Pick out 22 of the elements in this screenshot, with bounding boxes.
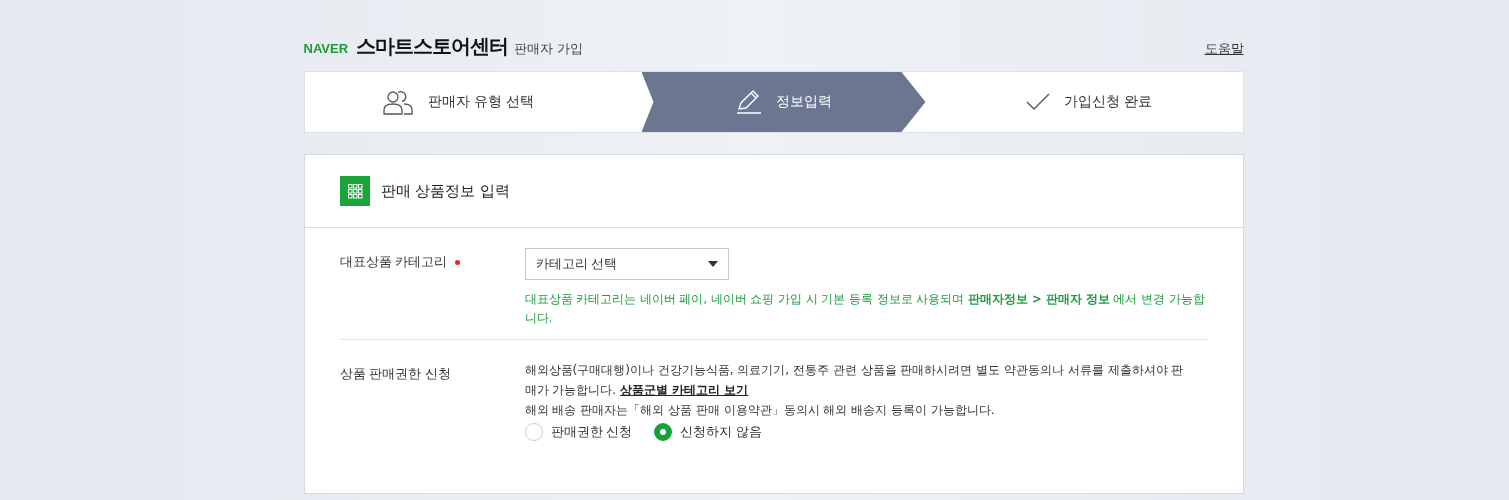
radio-option[interactable]: 판매권한 신청	[524, 423, 633, 441]
caret-icon	[707, 261, 718, 267]
field-label: 상품 판매권한 신청	[339, 366, 452, 383]
step-label: 정보입력	[775, 93, 832, 111]
people-icon	[381, 88, 414, 116]
step-label: 가입신청 완료	[1063, 93, 1153, 111]
category-select[interactable]: 카테고리 선택	[524, 248, 729, 280]
grid-icon	[339, 176, 370, 206]
field-label: 대표상품 카테고리	[339, 254, 448, 271]
brand-logo: NAVER	[303, 41, 349, 56]
help-link[interactable]: 도움말	[1204, 40, 1244, 58]
pencil-icon	[735, 90, 762, 114]
radio-option[interactable]: 신청하지 않음	[654, 423, 763, 441]
step-label: 판매자 유형 선택	[427, 93, 535, 111]
page-title: 스마트스토어센터	[356, 33, 509, 60]
note-text: 해외 배송 판매자는「해외 상품 판매 이용약관」동의시 해외 배송지 등록이 가능합니다.	[524, 402, 996, 419]
hint-text: 대표상품 카테고리는 네이버 페이, 네이버 쇼핑 가입 시 기본 등록 정보로 사용되며 판매자정보 > 판매자 정보 에서 변경 가능합니다.	[524, 291, 1206, 327]
check-icon	[1025, 93, 1050, 111]
category-link[interactable]: 상품군별 카테고리 보기	[619, 383, 749, 397]
description-text: 해외상품(구매대행)이나 건강기능식품, 의료기기, 전통주 관련 상품을 판매하시려면 별도 약관동의나 서류를 제출하셔야 판매가 가능합니다. 상품군별 카테고리 보기	[524, 362, 1185, 399]
section-title: 판매 상품정보 입력	[380, 181, 511, 201]
page-subtitle: 판매자 가입	[514, 40, 584, 58]
